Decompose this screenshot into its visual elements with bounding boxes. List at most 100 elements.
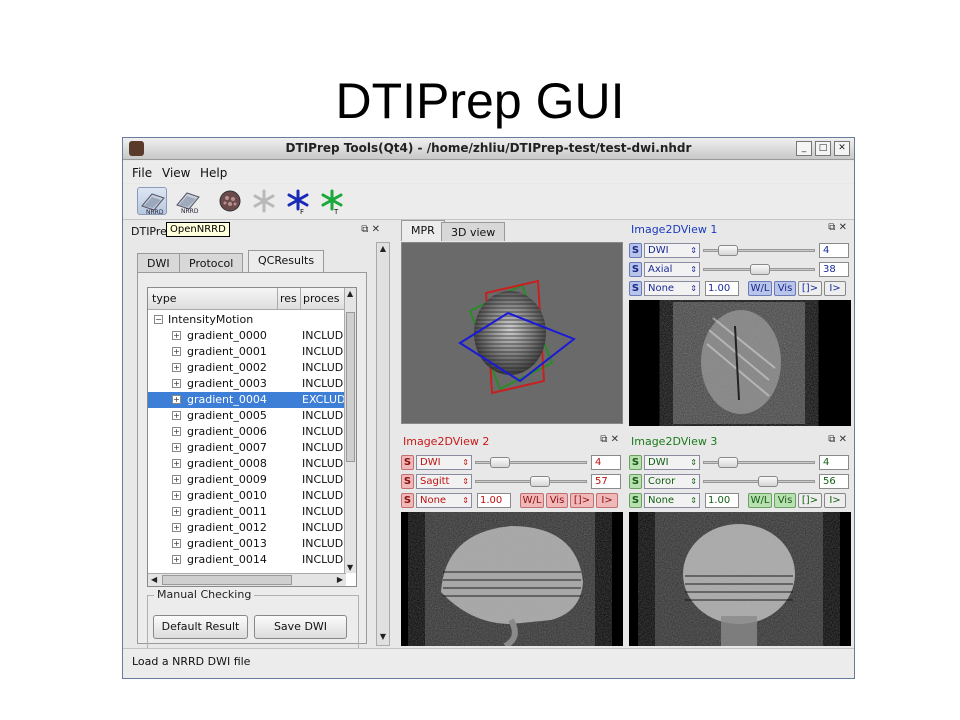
- view2-image-value[interactable]: 4: [591, 455, 621, 470]
- view1-overlay-combo[interactable]: None ⇕: [644, 281, 700, 296]
- menu-view[interactable]: View: [162, 166, 190, 180]
- view3-bracket-button[interactable]: []>: [798, 493, 822, 508]
- view2-slice-value[interactable]: 57: [591, 474, 621, 489]
- menu-help[interactable]: Help: [200, 166, 227, 180]
- view1-s-button-3[interactable]: S: [629, 281, 642, 296]
- tree-row[interactable]: + gradient_0012 INCLUD: [148, 520, 346, 536]
- view1-image-combo[interactable]: DWI ⇕: [644, 243, 700, 258]
- expand-icon[interactable]: +: [172, 379, 181, 388]
- qc-tree[interactable]: type res proces − IntensityMotion + gradi…: [147, 287, 357, 587]
- expand-icon[interactable]: +: [172, 475, 181, 484]
- view1-image-value[interactable]: 4: [819, 243, 849, 258]
- expand-icon[interactable]: +: [172, 491, 181, 500]
- view1-s-button-2[interactable]: S: [629, 262, 642, 277]
- dock-scroll-down-icon[interactable]: ▼: [377, 632, 389, 644]
- view2-orient-combo[interactable]: Sagitt ⇕: [416, 474, 472, 489]
- expand-icon[interactable]: +: [172, 331, 181, 340]
- save-dwi-button[interactable]: Save DWI: [254, 615, 347, 639]
- view3-s-button[interactable]: S: [629, 455, 642, 470]
- slider-handle[interactable]: [718, 457, 738, 468]
- expand-icon[interactable]: +: [172, 427, 181, 436]
- view2-float-close-icon[interactable]: ⧉ ✕: [600, 434, 619, 445]
- slider-handle[interactable]: [490, 457, 510, 468]
- view2-s-button-2[interactable]: S: [401, 474, 414, 489]
- slider-handle[interactable]: [530, 476, 550, 487]
- gradient-green-button[interactable]: T: [317, 187, 347, 216]
- tree-vscroll-thumb[interactable]: [346, 312, 355, 462]
- view3-s-button-3[interactable]: S: [629, 493, 642, 508]
- view3-wl-button[interactable]: W/L: [748, 493, 772, 508]
- dock-float-icon[interactable]: ⧉ ✕: [361, 224, 380, 235]
- view2-overlay-combo[interactable]: None ⇕: [416, 493, 472, 508]
- view2-s-button-3[interactable]: S: [401, 493, 414, 508]
- view2-wl-button[interactable]: W/L: [520, 493, 544, 508]
- view1-slice-slider[interactable]: [703, 264, 815, 275]
- expand-icon[interactable]: +: [172, 459, 181, 468]
- expand-icon[interactable]: +: [172, 411, 181, 420]
- view1-opacity-spin[interactable]: 1.00: [705, 281, 739, 296]
- tree-row[interactable]: + gradient_0001 INCLUD: [148, 344, 346, 360]
- scroll-left-icon[interactable]: ◀: [151, 575, 157, 584]
- tree-row[interactable]: + gradient_0007 INCLUD: [148, 440, 346, 456]
- tab-dwi[interactable]: DWI: [137, 253, 180, 272]
- gradient-blue-button[interactable]: F: [283, 187, 313, 216]
- slider-handle[interactable]: [718, 245, 738, 256]
- tab-3d-view[interactable]: 3D view: [441, 222, 506, 241]
- view2-image-combo[interactable]: DWI ⇕: [416, 455, 472, 470]
- collapse-icon[interactable]: −: [154, 315, 163, 324]
- tab-protocol[interactable]: Protocol: [179, 253, 244, 272]
- view2-s-button[interactable]: S: [401, 455, 414, 470]
- expand-icon[interactable]: +: [172, 523, 181, 532]
- view3-image[interactable]: [629, 512, 851, 646]
- view2-opacity-spin[interactable]: 1.00: [477, 493, 511, 508]
- view2-image-slider[interactable]: [475, 457, 587, 468]
- view3-image-slider[interactable]: [703, 457, 815, 468]
- view1-vis-button[interactable]: Vis: [774, 281, 796, 296]
- view1-image[interactable]: [629, 300, 851, 426]
- view3-image-combo[interactable]: DWI ⇕: [644, 455, 700, 470]
- view3-s-button-2[interactable]: S: [629, 474, 642, 489]
- menu-file[interactable]: File: [132, 166, 152, 180]
- view1-s-button[interactable]: S: [629, 243, 642, 258]
- tree-row[interactable]: + gradient_0009 INCLUD: [148, 472, 346, 488]
- view1-bracket-button[interactable]: []>: [798, 281, 822, 296]
- expand-icon[interactable]: +: [172, 443, 181, 452]
- tree-row[interactable]: + gradient_0008 INCLUD: [148, 456, 346, 472]
- tab-mpr[interactable]: MPR: [401, 220, 445, 241]
- sphere-button[interactable]: [215, 187, 245, 215]
- save-nrrd-button[interactable]: NRRD: [173, 187, 203, 215]
- dock-scroll-up-icon[interactable]: ▲: [377, 244, 389, 256]
- maximize-button[interactable]: □: [815, 141, 831, 156]
- view3-opacity-spin[interactable]: 1.00: [705, 493, 739, 508]
- tree-row[interactable]: + gradient_0004 EXCLUD: [148, 392, 346, 408]
- slider-handle[interactable]: [758, 476, 778, 487]
- scroll-down-icon[interactable]: ▼: [347, 563, 353, 572]
- tab-qcresults[interactable]: QCResults: [248, 250, 325, 272]
- expand-icon[interactable]: +: [172, 539, 181, 548]
- mpr-canvas[interactable]: [401, 242, 623, 424]
- open-nrrd-button[interactable]: NRRD: [137, 187, 167, 216]
- view3-float-close-icon[interactable]: ⧉ ✕: [828, 434, 847, 445]
- view2-bracket-button[interactable]: []>: [570, 493, 594, 508]
- gradient-gray-button[interactable]: [249, 187, 279, 215]
- view1-slice-value[interactable]: 38: [819, 262, 849, 277]
- view3-slice-slider[interactable]: [703, 476, 815, 487]
- tree-horizontal-scrollbar[interactable]: ◀ ▶: [148, 573, 346, 586]
- scroll-up-icon[interactable]: ▲: [347, 289, 353, 298]
- scroll-right-icon[interactable]: ▶: [337, 575, 343, 584]
- minimize-button[interactable]: _: [796, 141, 812, 156]
- column-type[interactable]: type: [152, 292, 177, 305]
- tree-vertical-scrollbar[interactable]: ▲ ▼: [344, 288, 356, 573]
- view2-vis-button[interactable]: Vis: [546, 493, 568, 508]
- view1-play-button[interactable]: I>: [824, 281, 846, 296]
- window-titlebar[interactable]: DTIPrep Tools(Qt4) - /home/zhliu/DTIPrep…: [123, 138, 854, 160]
- close-button[interactable]: ✕: [834, 141, 850, 156]
- expand-icon[interactable]: +: [172, 363, 181, 372]
- tree-row[interactable]: + gradient_0005 INCLUD: [148, 408, 346, 424]
- dock-scrollbar[interactable]: ▲ ▼: [376, 242, 390, 646]
- tree-root[interactable]: − IntensityMotion: [148, 312, 346, 328]
- view3-vis-button[interactable]: Vis: [774, 493, 796, 508]
- tree-row[interactable]: + gradient_0014 INCLUD: [148, 552, 346, 568]
- tree-hscroll-thumb[interactable]: [162, 575, 292, 585]
- tree-row[interactable]: + gradient_0000 INCLUD: [148, 328, 346, 344]
